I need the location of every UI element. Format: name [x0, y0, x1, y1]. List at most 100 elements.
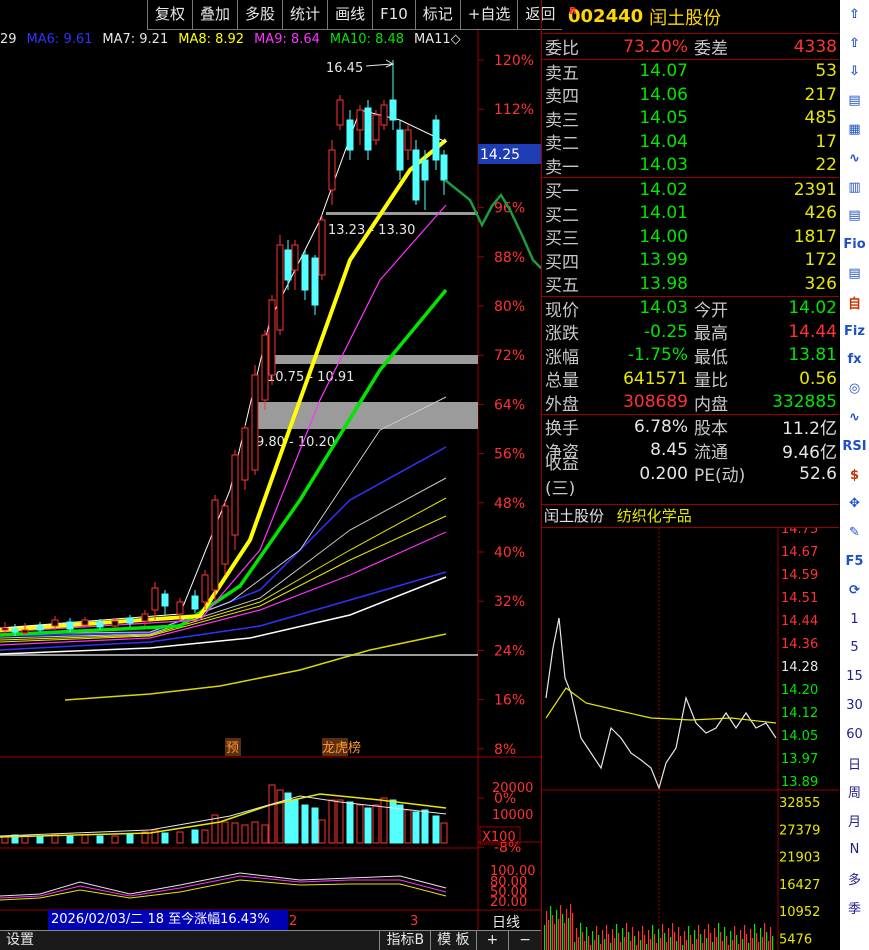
industry-name[interactable]: 纺织化学品: [617, 507, 692, 525]
tool-icon-23[interactable]: 15: [840, 662, 869, 691]
tool-icon-3[interactable]: ▤: [840, 86, 869, 115]
order-book-row[interactable]: 卖五 14.07 53: [542, 60, 839, 84]
tool-icon-28[interactable]: 月: [840, 806, 869, 835]
tool-icon-25[interactable]: 60: [840, 720, 869, 749]
tab-template[interactable]: 模 板: [430, 931, 475, 950]
tool-icon-29[interactable]: N: [840, 835, 869, 864]
tool-icon-24[interactable]: 30: [840, 691, 869, 720]
zone-band-2: [264, 355, 478, 364]
stock-code: 002440: [568, 6, 644, 27]
period-label[interactable]: 日线: [492, 915, 520, 931]
level-volume: 22: [815, 155, 837, 176]
level-volume: 17: [815, 131, 837, 152]
tool-icon-18[interactable]: ✎: [840, 518, 869, 547]
minute-volume-bar: [738, 944, 740, 950]
tool-icon-14[interactable]: ∿: [840, 403, 869, 432]
order-book-row[interactable]: 买三 14.00 1817: [542, 225, 839, 250]
minute-volume-bar: [568, 918, 570, 950]
weicha-label: 委差: [694, 39, 728, 60]
order-book-row[interactable]: 买四 13.99 172: [542, 249, 839, 273]
pct-label: 56%: [494, 447, 525, 463]
tool-icon-21[interactable]: 1: [840, 605, 869, 634]
tool-icon-13[interactable]: ◎: [840, 374, 869, 403]
tab-indicator-b[interactable]: 指标B: [379, 931, 430, 950]
level-volume: 326: [804, 273, 837, 294]
tool-icon-19[interactable]: F5: [840, 547, 869, 576]
kline-chart[interactable]: 120%112%104%96%88%80%72%64%56%48%40%32%2…: [0, 30, 541, 950]
order-book-row[interactable]: 买一 14.02 2391: [542, 178, 839, 203]
volume-bar: [161, 832, 169, 844]
tool-icon-6[interactable]: ▥: [840, 173, 869, 202]
minute-volume-bar: [686, 940, 688, 950]
minute-volume-bar: [566, 909, 568, 950]
minute-chart[interactable]: 14.75 14.67 14.59 14.51 14.44 14.36 14.28 14.20…: [541, 528, 839, 950]
level-label: 买二: [545, 205, 579, 226]
tool-icon-0[interactable]: ⇧: [840, 0, 869, 29]
tool-icon-8[interactable]: Fio: [840, 230, 869, 259]
order-book-row[interactable]: 卖一 14.03 22: [542, 154, 839, 178]
volume-bar: [356, 804, 364, 844]
tool-icon-15[interactable]: RSI: [840, 432, 869, 461]
remove-button[interactable]: −: [508, 931, 541, 950]
tool-icon-9[interactable]: ▤: [840, 259, 869, 288]
tool-icon-2[interactable]: ⇩: [840, 58, 869, 87]
minute-volume-bar: [630, 941, 632, 950]
tool-icon-11[interactable]: Fiz: [840, 317, 869, 346]
toolbar-button-7[interactable]: +自选: [459, 0, 518, 30]
tool-icon-7[interactable]: ▤: [840, 202, 869, 231]
minute-volume-bar: [606, 925, 608, 950]
stat-value: 6.78%: [633, 416, 688, 437]
level-label: 卖三: [545, 110, 579, 131]
minute-volume-bar: [762, 937, 764, 950]
tool-icon-22[interactable]: 5: [840, 634, 869, 663]
toolbar-button-1[interactable]: 叠加: [192, 0, 238, 30]
tool-icon-5[interactable]: ∿: [840, 144, 869, 173]
minute-volume-label: 10952: [779, 905, 820, 920]
tool-icon-17[interactable]: ✥: [840, 490, 869, 519]
minute-volume-bar: [570, 904, 572, 950]
toolbar-button-5[interactable]: F10: [372, 0, 415, 30]
level-label: 卖二: [545, 134, 579, 155]
minute-volume-bar: [756, 933, 758, 950]
add-button[interactable]: +: [475, 931, 509, 950]
tool-icon-10[interactable]: 自: [840, 288, 869, 317]
volume-bar: [251, 821, 259, 844]
toolbar-button-2[interactable]: 多股: [237, 0, 283, 30]
minute-volume-bar: [690, 935, 692, 950]
minute-volume-bar: [674, 932, 676, 950]
quote-header: R 002440 闰土股份: [542, 0, 839, 34]
tool-icon-1[interactable]: ⇧: [840, 29, 869, 58]
tool-icon-31[interactable]: 季: [840, 893, 869, 922]
level-volume: 172: [804, 250, 837, 271]
order-book-row[interactable]: 卖二 14.04 17: [542, 130, 839, 155]
tool-icon-30[interactable]: 多: [840, 864, 869, 893]
minute-price-label: 14.28: [781, 660, 818, 675]
candle: [364, 107, 372, 151]
minute-volume-bar: [584, 941, 586, 950]
toolbar-button-4[interactable]: 画线: [327, 0, 373, 30]
minute-volume-bar: [720, 932, 722, 950]
order-book-row[interactable]: 买二 14.01 426: [542, 202, 839, 226]
tool-icon-20[interactable]: ⟳: [840, 576, 869, 605]
tool-icon-4[interactable]: ▦: [840, 115, 869, 144]
toolbar-button-3[interactable]: 统计: [282, 0, 328, 30]
volume-bar: [66, 835, 74, 844]
tool-icon-26[interactable]: 日: [840, 749, 869, 778]
order-book-row[interactable]: 卖四 14.06 217: [542, 83, 839, 108]
tool-icon-12[interactable]: fx: [840, 346, 869, 375]
tool-icon-27[interactable]: 周: [840, 778, 869, 807]
volume-bar: [346, 801, 354, 844]
tool-icon-16[interactable]: $: [840, 461, 869, 490]
order-book-row[interactable]: 卖三 14.05 485: [542, 107, 839, 131]
settings-button[interactable]: 设置: [0, 931, 40, 950]
candle: [276, 244, 284, 331]
volume-bar: [364, 807, 372, 844]
range-info: 2026/02/03/二 18 至今涨幅16.43%: [48, 910, 288, 930]
minute-volume-bar: [716, 937, 718, 950]
minute-volume-bar: [624, 937, 626, 950]
order-book-row[interactable]: 买五 13.98 326: [542, 272, 839, 297]
minute-volume-bar: [772, 936, 774, 950]
toolbar-button-6[interactable]: 标记: [414, 0, 460, 30]
minute-volume-bar: [718, 923, 720, 950]
toolbar-button-0[interactable]: 复权: [147, 0, 193, 30]
